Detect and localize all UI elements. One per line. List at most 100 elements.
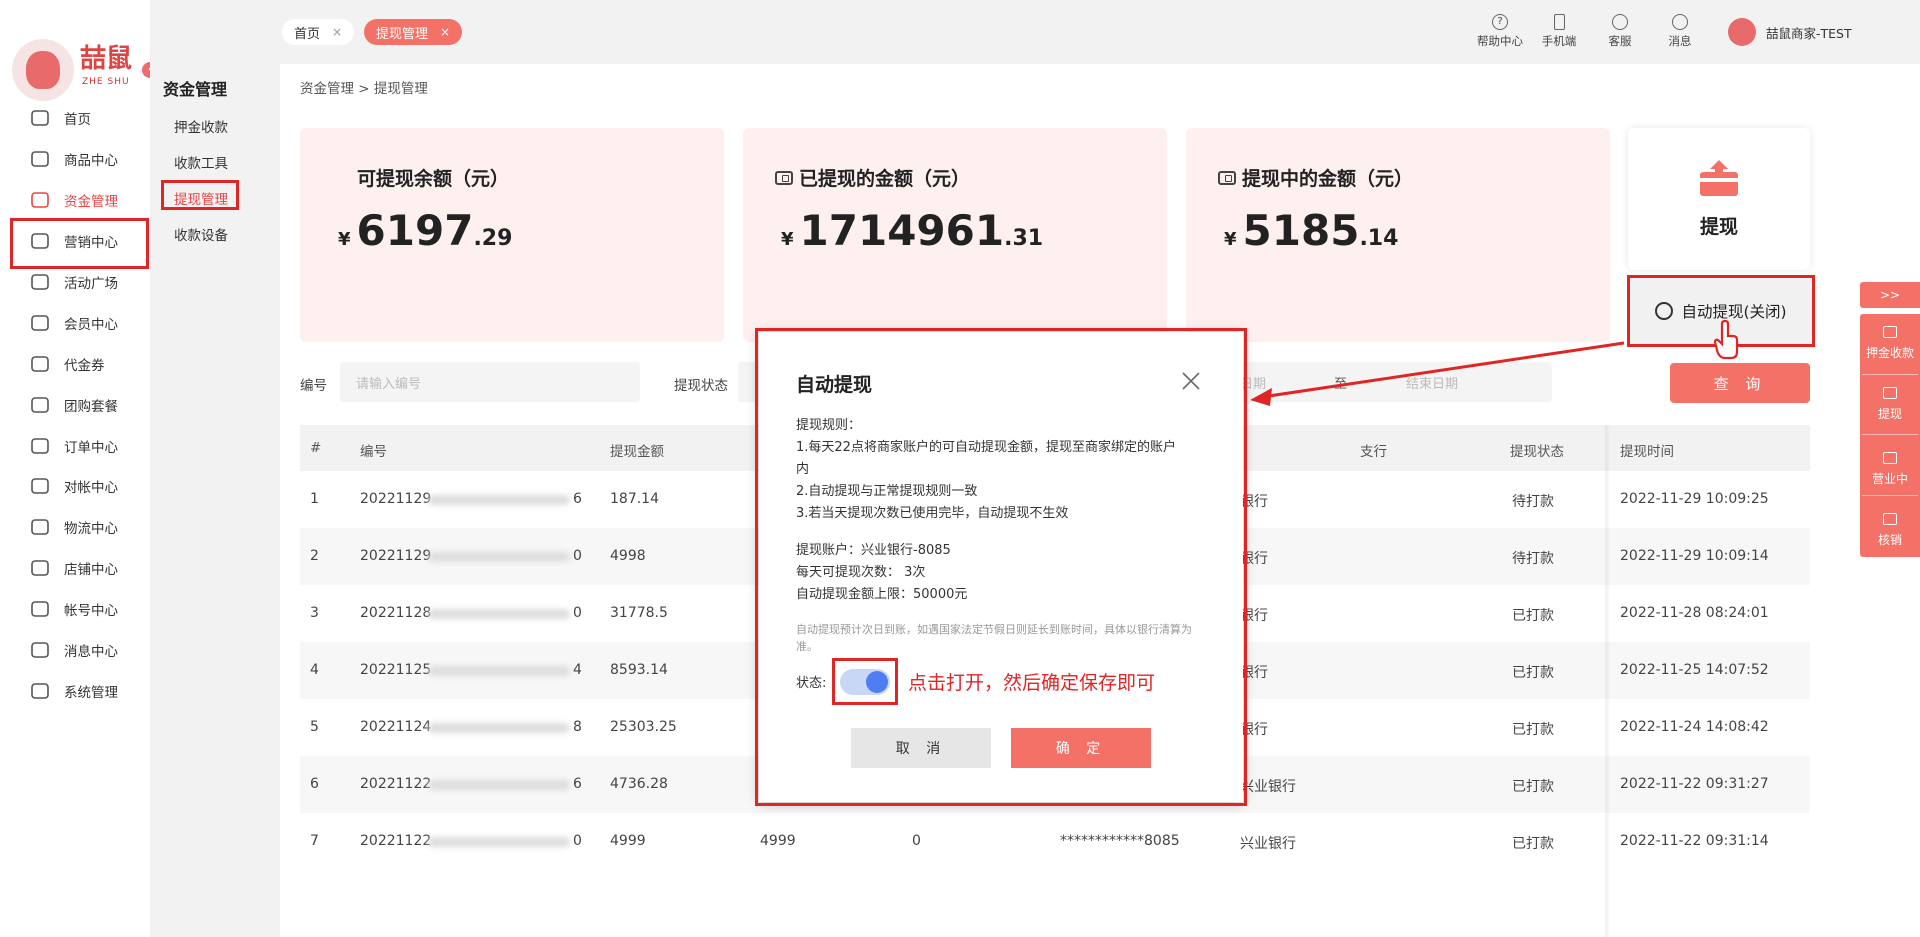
redacted-code	[428, 723, 570, 733]
card-amount: ¥ 6197 .29	[338, 206, 512, 255]
redacted-code	[428, 666, 570, 676]
cell-code-prefix: 20221128	[360, 605, 432, 621]
sidebar	[0, 0, 150, 937]
sidebar-item-marketing[interactable]: 营销中心	[28, 230, 118, 252]
tab-withdraw[interactable]: 提现管理 ×	[364, 19, 463, 45]
amount-decimal: .29	[473, 226, 513, 251]
cell-code-suffix: 6	[573, 776, 582, 792]
annotation-highlight-toggle	[832, 658, 898, 705]
groupbuy-icon	[28, 395, 52, 415]
date-range-input[interactable]: 日期 至 结束日期	[1232, 362, 1552, 402]
bookmark-icon	[1883, 387, 1897, 399]
sidebar-item-activity[interactable]: 活动广场	[28, 271, 118, 293]
sidebar-item-message[interactable]: 消息中心	[28, 639, 118, 661]
sidebar-item-funds[interactable]: 资金管理	[28, 189, 118, 211]
withdraw-account: 提现账户：兴业银行-8085	[796, 543, 951, 558]
sidebar-item-order[interactable]: 订单中心	[28, 435, 118, 457]
sidebar-item-label: 消息中心	[64, 644, 118, 660]
cell-index: 4	[310, 662, 319, 678]
cell-code-suffix: 0	[573, 833, 582, 849]
query-button[interactable]: 查 询	[1670, 363, 1810, 403]
redacted-code	[428, 780, 570, 790]
breadcrumb-parent[interactable]: 资金管理	[300, 81, 354, 97]
submenu-item-tools[interactable]: 收款工具	[174, 152, 228, 172]
layers-icon	[28, 190, 52, 210]
withdraw-button[interactable]: 提现	[1628, 128, 1810, 270]
right-panel-label: 押金收款	[1865, 346, 1914, 360]
amount-integer: 5185	[1242, 206, 1360, 255]
mascot-icon	[12, 39, 74, 101]
sidebar-item-label: 资金管理	[64, 194, 118, 210]
amount-decimal: .14	[1359, 226, 1399, 251]
cell-code-suffix: 4	[573, 662, 582, 678]
date-separator: 至	[1334, 376, 1348, 392]
cell-card-number: ************8085	[1060, 833, 1180, 849]
cell-index: 6	[310, 776, 319, 792]
amount-integer: 6197	[356, 206, 474, 255]
message-icon	[28, 640, 52, 660]
store-icon	[28, 558, 52, 578]
col-header-amount: 提现金额	[610, 444, 664, 460]
close-icon[interactable]: ×	[440, 25, 450, 39]
right-panel-verify[interactable]: 核销	[1860, 513, 1920, 548]
tab-home[interactable]: 首页 ×	[282, 19, 355, 45]
sidebar-item-account[interactable]: 帐号中心	[28, 598, 118, 620]
code-input[interactable]: 请输入编号	[340, 362, 640, 402]
gear-icon	[1655, 302, 1674, 320]
cell-status: 已打款	[1512, 608, 1554, 624]
user-menu[interactable]: 喆鼠商家-TEST	[1728, 18, 1852, 46]
right-panel-deposit[interactable]: 押金收款	[1860, 326, 1920, 361]
divider	[1862, 434, 1918, 435]
rule-3: 3.若当天提现次数已使用完毕，自动提现不生效	[796, 506, 1069, 521]
help-center-button[interactable]: ? 帮助中心	[1470, 14, 1530, 49]
confirm-button[interactable]: 确 定	[1011, 728, 1151, 768]
sidebar-item-logistics[interactable]: 物流中心	[28, 516, 118, 538]
submenu	[150, 0, 280, 937]
right-panel-label: 营业中	[1871, 472, 1908, 486]
right-panel-label: 提现	[1877, 407, 1902, 421]
close-icon[interactable]: ×	[332, 25, 342, 39]
annotation-hint: 点击打开，然后确定保存即可	[908, 672, 1156, 694]
sidebar-item-label: 店铺中心	[64, 562, 118, 578]
bookmark-icon	[1883, 513, 1897, 525]
sidebar-item-groupbuy[interactable]: 团购套餐	[28, 394, 118, 416]
reconcile-icon	[28, 476, 52, 496]
close-icon[interactable]	[1180, 370, 1202, 392]
account-icon	[28, 599, 52, 619]
sidebar-item-store[interactable]: 店铺中心	[28, 557, 118, 579]
sidebar-item-home[interactable]: 首页	[28, 107, 91, 129]
cell-index: 5	[310, 719, 319, 735]
sidebar-item-system[interactable]: 系统管理	[28, 680, 118, 702]
sidebar-item-coupon[interactable]: 代金券	[28, 353, 105, 375]
cell-time: 2022-11-22 09:31:27	[1620, 776, 1769, 792]
card-title-text: 提现中的金额（元）	[1242, 168, 1414, 190]
sidebar-item-label: 对帐中心	[64, 480, 118, 496]
sidebar-item-label: 首页	[64, 112, 91, 128]
cell-time: 2022-11-24 14:08:42	[1620, 719, 1769, 735]
card-title: 可提现余额（元）	[357, 168, 510, 190]
right-panel-withdraw[interactable]: 提现	[1860, 387, 1920, 422]
mobile-button[interactable]: 手机端	[1529, 14, 1589, 49]
currency-symbol: ¥	[338, 229, 351, 250]
submenu-item-deposit[interactable]: 押金收款	[174, 116, 228, 136]
right-panel-toggle[interactable]: >>	[1860, 282, 1920, 308]
card-title: 已提现的金额（元）	[775, 164, 970, 191]
cell-bank: 兴业银行	[1240, 779, 1296, 795]
cancel-button[interactable]: 取 消	[851, 728, 991, 768]
submenu-item-devices[interactable]: 收款设备	[174, 224, 228, 244]
cell-code-prefix: 20221122	[360, 833, 432, 849]
sidebar-item-reconcile[interactable]: 对帐中心	[28, 475, 118, 497]
withdraw-label: 提现	[1699, 216, 1738, 238]
right-panel-open[interactable]: 营业中	[1860, 452, 1920, 487]
sidebar-item-label: 代金券	[64, 358, 105, 374]
auto-withdraw-label: 自动提现(关闭)	[1681, 303, 1787, 321]
col-header-status: 提现状态	[1510, 444, 1564, 460]
service-button[interactable]: 客服	[1590, 14, 1650, 49]
sidebar-item-products[interactable]: 商品中心	[28, 148, 118, 170]
help-label: 帮助中心	[1477, 34, 1523, 48]
sidebar-item-label: 团购套餐	[64, 399, 118, 415]
sticky-column-shadow	[1605, 425, 1611, 937]
message-button[interactable]: 消息	[1650, 14, 1710, 49]
sidebar-item-member[interactable]: 会员中心	[28, 312, 118, 334]
cell-status: 已打款	[1512, 722, 1554, 738]
